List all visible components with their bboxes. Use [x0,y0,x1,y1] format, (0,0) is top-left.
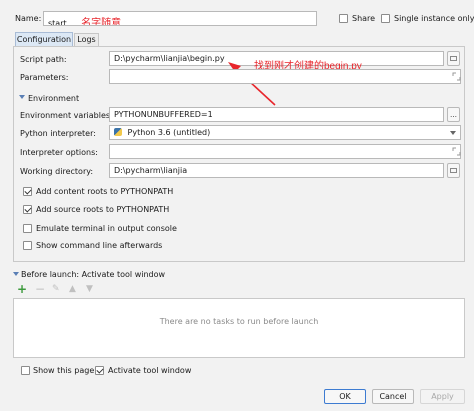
interpreter-options-input[interactable] [109,144,461,159]
parameters-input[interactable] [109,69,461,84]
chevron-down-icon [450,131,456,135]
add-task-icon[interactable]: + [17,283,27,295]
parameters-label: Parameters: [20,73,69,82]
move-up-icon[interactable]: ▲ [69,284,76,294]
cancel-button[interactable]: Cancel [372,389,414,404]
collapse-before-launch-icon[interactable] [13,272,19,276]
tab-logs-label: Logs [77,35,96,44]
before-launch-title: Before launch: Activate tool window [21,270,166,279]
show-page-checkbox[interactable] [21,366,30,375]
folder-icon [450,56,457,61]
interpreter-label: Python interpreter: [20,129,96,138]
tab-logs[interactable]: Logs [74,33,99,46]
single-instance-label: Single instance only [394,14,474,23]
tab-configuration-label: Configuration [16,35,72,44]
collapse-environment-icon[interactable] [19,95,25,99]
apply-button[interactable]: Apply [420,389,465,404]
working-dir-label: Working directory: [20,167,94,176]
apply-label: Apply [431,392,454,401]
environment-section-title: Environment [28,94,80,103]
interpreter-options-label: Interpreter options: [20,148,98,157]
script-path-value: D:\pycharm\lianjia\begin.py [114,54,225,63]
env-vars-input[interactable]: PYTHONUNBUFFERED=1 [109,107,444,122]
interpreter-value: Python 3.6 (untitled) [127,128,211,137]
activate-tool-window-checkbox[interactable] [95,366,104,375]
working-dir-input[interactable]: D:\pycharm\lianjia [109,163,444,178]
env-vars-value: PYTHONUNBUFFERED=1 [114,110,213,119]
working-dir-value: D:\pycharm\lianjia [114,166,188,175]
single-instance-checkbox[interactable] [381,14,390,23]
move-down-icon[interactable]: ▼ [86,284,93,294]
interpreter-select[interactable]: Python 3.6 (untitled) [109,125,461,140]
emulate-terminal-checkbox[interactable] [23,224,32,233]
remove-task-icon[interactable]: − [35,283,45,295]
content-roots-checkbox[interactable] [23,187,32,196]
show-command-line-checkbox[interactable] [23,241,32,250]
show-page-label: Show this page [33,366,95,375]
edit-task-icon[interactable]: ✎ [52,284,60,294]
share-checkbox[interactable] [339,14,348,23]
share-label: Share [352,14,376,23]
emulate-terminal-label: Emulate terminal in output console [36,224,177,233]
before-launch-task-list[interactable]: There are no tasks to run before launch [13,298,465,358]
folder-dir-icon [450,168,457,173]
source-roots-checkbox[interactable] [23,205,32,214]
script-path-label: Script path: [20,55,67,64]
browse-dir-button[interactable] [447,163,460,178]
expand-icon[interactable] [452,72,461,81]
activate-tool-window-label: Activate tool window [108,366,192,375]
tab-configuration[interactable]: Configuration [15,32,73,46]
edit-env-vars-button[interactable]: … [447,107,460,122]
name-label: Name: [15,14,42,23]
name-input[interactable]: start 名字随意 [43,11,317,26]
cancel-label: Cancel [379,392,407,401]
name-value: start [48,19,67,26]
ok-label: OK [339,392,351,401]
python-icon [114,128,122,136]
ok-button[interactable]: OK [324,389,366,404]
source-roots-label: Add source roots to PYTHONPATH [36,205,170,214]
name-annotation: 名字随意 [81,18,122,26]
browse-script-button[interactable] [447,51,460,66]
show-command-line-label: Show command line afterwards [36,241,163,250]
empty-task-message: There are no tasks to run before launch [159,317,319,326]
env-vars-label: Environment variables: [20,111,113,120]
ellipsis-icon: … [450,111,457,119]
content-roots-label: Add content roots to PYTHONPATH [36,187,174,196]
expand-options-icon[interactable] [452,147,461,156]
